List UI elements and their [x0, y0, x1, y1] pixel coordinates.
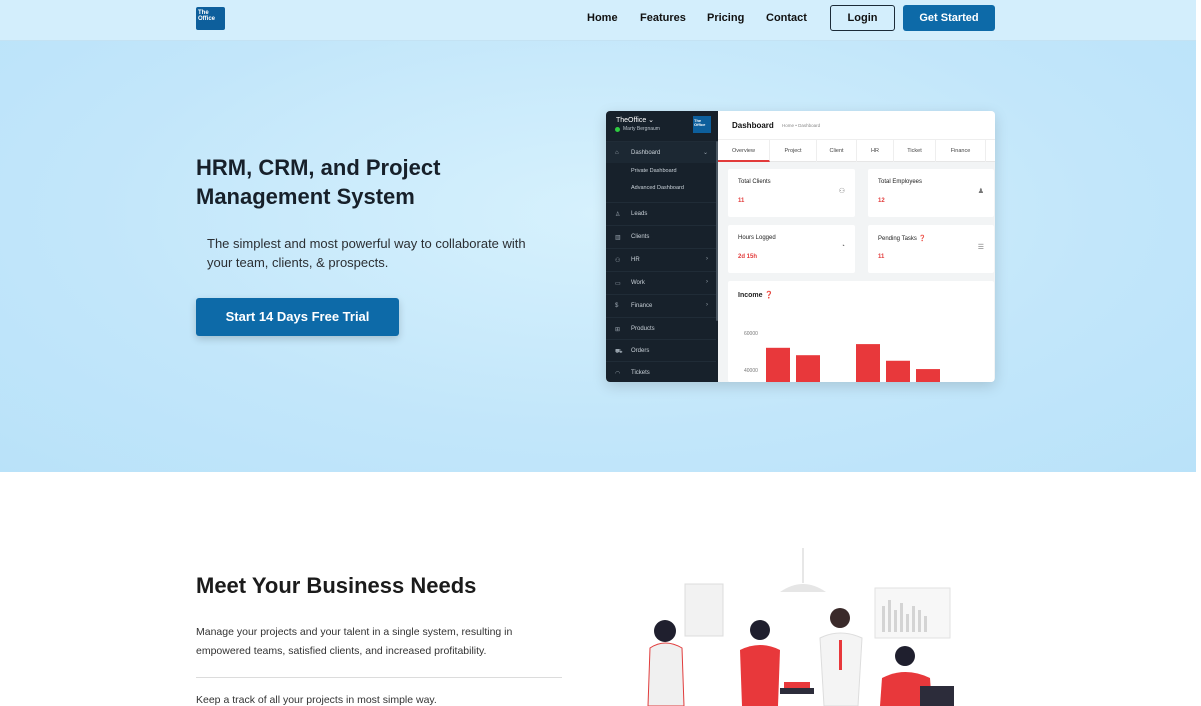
- chevron-right-icon: ›: [706, 256, 708, 262]
- mock-page-title: Dashboard: [732, 121, 774, 130]
- hero-subtitle: The simplest and most powerful way to co…: [207, 236, 526, 270]
- card-title: Pending Tasks ❓: [878, 235, 926, 242]
- dashboard-preview: TheOffice ⌄ Marty Bergnaum The Office ⌂ …: [606, 111, 995, 382]
- card-title: Total Employees: [878, 179, 923, 185]
- income-bar: [766, 347, 790, 382]
- mock-sidebar: TheOffice ⌄ Marty Bergnaum The Office ⌂ …: [606, 111, 718, 382]
- mock-user-name: Marty Bergnaum: [623, 126, 660, 132]
- help-icon: ❓: [918, 236, 927, 242]
- sidebar-item-clients: ▥ Clients: [606, 225, 716, 247]
- card-value: 11: [738, 198, 745, 204]
- chevron-down-icon: ⌄: [648, 117, 655, 124]
- clock-icon: ◔: [840, 243, 845, 250]
- sidebar-item-hr: ⚇ HR ›: [606, 248, 716, 270]
- income-bar: [856, 344, 880, 382]
- nav-link-home[interactable]: Home: [587, 12, 618, 24]
- tab-hr: HR: [857, 140, 894, 162]
- login-button[interactable]: Login: [830, 5, 895, 31]
- sidebar-item-label: Products: [631, 326, 655, 332]
- card-total-clients: Total Clients 11 ⚇: [728, 169, 855, 217]
- nav-link-pricing[interactable]: Pricing: [707, 12, 744, 24]
- sidebar-item-label: Work: [631, 280, 645, 286]
- nav-link-features[interactable]: Features: [640, 12, 686, 24]
- top-navbar: The Office Home Features Pricing Contact…: [0, 0, 1196, 41]
- tab-ticket: Ticket: [894, 140, 936, 162]
- card-value: 11: [878, 254, 885, 260]
- card-hours-logged: Hours Logged 2d 15h ◔: [728, 225, 855, 273]
- mock-breadcrumb: Home • Dashboard: [782, 123, 821, 128]
- section-divider: [196, 677, 562, 678]
- tab-client: Client: [817, 140, 857, 162]
- sidebar-item-label: Orders: [631, 348, 650, 354]
- team-illustration: [647, 548, 954, 706]
- get-started-button[interactable]: Get Started: [903, 5, 995, 31]
- online-status-dot: [615, 127, 620, 132]
- sidebar-item-orders: ⛟ Orders: [606, 339, 716, 361]
- sidebar-scrollbar: [716, 141, 718, 321]
- card-pending-tasks: Pending Tasks ❓ 11 ☰: [868, 225, 994, 273]
- sidebar-item-tickets: ◠ Tickets: [606, 361, 716, 382]
- mock-header: Dashboard Home • Dashboard: [718, 111, 995, 139]
- income-tick-label: 60000: [744, 331, 758, 337]
- card-value: 2d 15h: [738, 254, 758, 260]
- chart-icon: ▥: [615, 235, 621, 241]
- income-bar: [916, 369, 940, 382]
- sidebar-item-leads: ♙ Leads: [606, 202, 716, 224]
- mock-tabs: Overview Project Client HR Ticket Financ…: [718, 139, 995, 162]
- sidebar-item-label: Finance: [631, 303, 653, 309]
- cart-icon: ⛟: [615, 349, 623, 355]
- income-tick-label: 40000: [744, 368, 758, 374]
- section-text-secondary: Keep a track of all your projects in mos…: [196, 694, 437, 706]
- user-icon: ♙: [615, 212, 621, 218]
- card-total-employees: Total Employees 12 ♟: [868, 169, 994, 217]
- hero-title: HRM, CRM, and Project Management System: [196, 155, 441, 209]
- nav-link-contact[interactable]: Contact: [766, 12, 807, 24]
- sidebar-item-label: Leads: [631, 211, 648, 217]
- section-text: Manage your projects and your talent in …: [196, 626, 513, 657]
- list-icon: ☰: [977, 244, 984, 251]
- mock-logo: The Office: [693, 116, 711, 133]
- sidebar-item-label: Dashboard: [631, 150, 661, 156]
- users-icon: ⚇: [615, 258, 621, 264]
- chevron-down-icon: ⌄: [702, 150, 708, 156]
- mock-brand-text: TheOffice: [616, 117, 647, 124]
- sidebar-item-label: HR: [631, 257, 640, 263]
- sidebar-item-finance: $ Finance ›: [606, 294, 716, 316]
- income-bar: [796, 355, 820, 382]
- card-title-text: Pending Tasks: [878, 236, 917, 242]
- users-icon: ⚇: [838, 188, 845, 195]
- chevron-right-icon: ›: [706, 302, 708, 308]
- basket-icon: ⊞: [615, 327, 621, 333]
- briefcase-icon: ▭: [615, 281, 621, 287]
- sidebar-item-label: Tickets: [631, 370, 650, 376]
- chevron-right-icon: ›: [706, 279, 708, 285]
- sidebar-sub-private-dashboard: Private Dashboard: [631, 168, 677, 174]
- user-icon: ♟: [977, 188, 984, 195]
- section-title: Meet Your Business Needs: [196, 573, 477, 598]
- income-bar: [886, 360, 910, 382]
- card-title: Total Clients: [738, 179, 771, 185]
- tab-overview: Overview: [718, 140, 770, 162]
- tab-project: Project: [770, 140, 817, 162]
- brand-logo[interactable]: The Office: [196, 7, 225, 30]
- mock-brand: TheOffice ⌄: [616, 116, 654, 124]
- sidebar-item-work: ▭ Work ›: [606, 271, 716, 293]
- sidebar-item-label: Clients: [631, 234, 650, 240]
- card-title: Hours Logged: [738, 235, 776, 241]
- brand-logo-text: The Office: [198, 10, 216, 22]
- sidebar-sub-advanced-dashboard: Advanced Dashboard: [631, 185, 684, 191]
- card-value: 12: [878, 198, 885, 204]
- sidebar-item-dashboard: ⌂ Dashboard ⌄: [606, 141, 716, 163]
- sidebar-item-products: ⊞ Products: [606, 317, 716, 339]
- income-chart-card: Income ❓ 60000 40000: [728, 281, 994, 382]
- home-icon: ⌂: [615, 150, 619, 156]
- dollar-icon: $: [615, 303, 619, 309]
- hero-section: HRM, CRM, and Project Management System …: [0, 41, 1196, 472]
- income-bar-chart: 60000 40000: [744, 331, 940, 382]
- tab-finance: Finance: [936, 140, 986, 162]
- free-trial-button[interactable]: Start 14 Days Free Trial: [196, 298, 399, 336]
- headset-icon: ◠: [615, 371, 621, 377]
